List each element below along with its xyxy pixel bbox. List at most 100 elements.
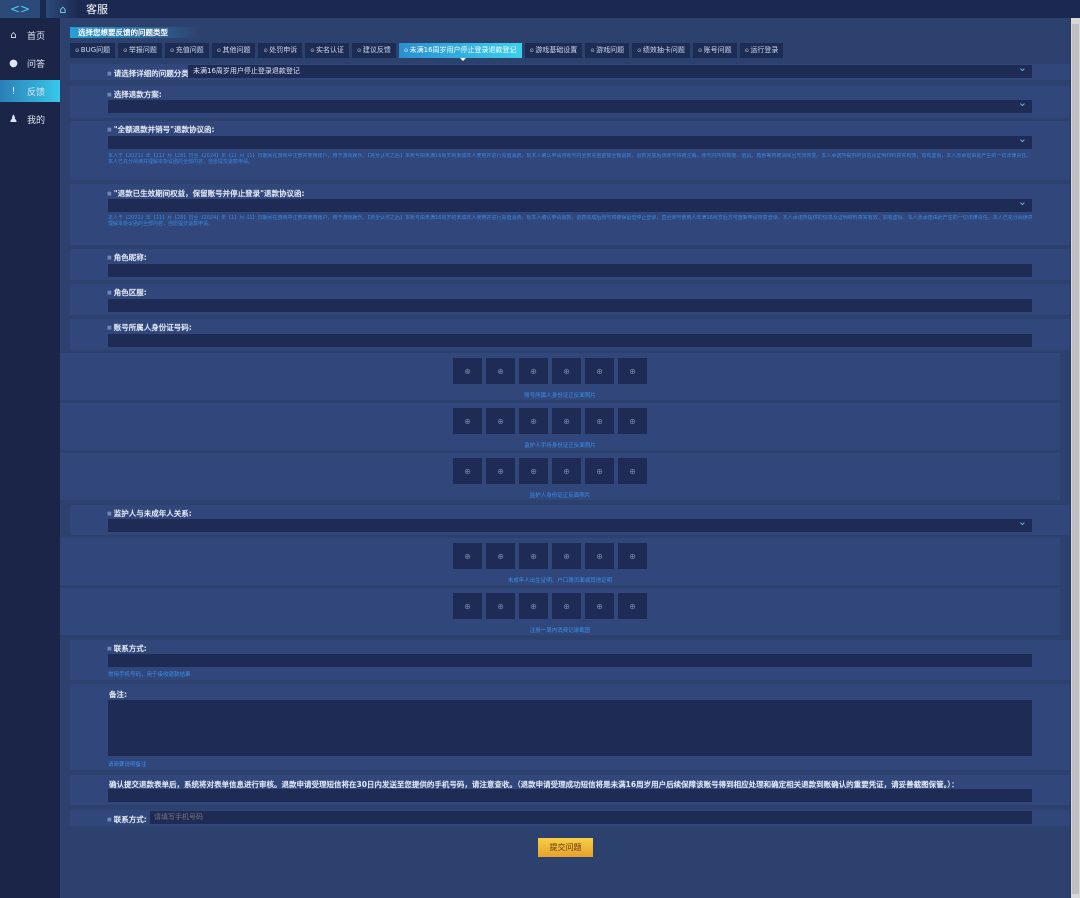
category-select[interactable]: 未满16周岁用户停止登录退款登记 (188, 61, 1032, 78)
upload-image-button[interactable]: ⊕ (519, 543, 548, 569)
tab-label: 游戏问题 (596, 46, 625, 54)
upload-image-button[interactable]: ⊕ (585, 458, 614, 484)
sidebar-item-mine[interactable]: ♟ 我的 (0, 108, 60, 130)
relation-select[interactable] (108, 515, 1032, 532)
tab-item[interactable]: ⊙ 游戏问题 (585, 43, 630, 58)
upload-image-button[interactable]: ⊕ (519, 358, 548, 384)
agreement1-text: 本人于【2021】年【11】月【28】日至【2024】年【1】月【1】日期间在游… (108, 153, 1032, 166)
tab-label: 举报问题 (128, 46, 157, 54)
upload-image-button[interactable]: ⊕ (585, 593, 614, 619)
upload-image-button[interactable]: ⊕ (552, 543, 581, 569)
agreement1-label: "全额退款并销号"退款协议函: (107, 124, 215, 135)
id-input[interactable] (108, 334, 1032, 347)
upload-caption: 注册一周内消费记录截图 (529, 628, 591, 634)
home-icon[interactable]: ⌂ (46, 0, 80, 18)
feedback-icon: ! (11, 85, 16, 97)
nickname-row: 角色昵称: (70, 249, 1070, 280)
upload-group: ⊕ ⊕ ⊕ ⊕ ⊕ ⊕ 账号所属人身份证正反面照片 (60, 353, 1060, 400)
upload-image-button[interactable]: ⊕ (618, 358, 647, 384)
tab-item[interactable]: ⊙ BUG问题 (70, 43, 116, 58)
tab-item[interactable]: ⊙ 建议反馈 (352, 43, 396, 58)
remark-textarea[interactable] (108, 700, 1032, 756)
id-row: 账号所属人身份证号码: (70, 319, 1070, 350)
upload-image-button[interactable]: ⊕ (453, 408, 482, 434)
agreement2-select[interactable] (108, 195, 1032, 212)
nickname-input[interactable] (108, 264, 1032, 277)
sidebar-item-feedback[interactable]: ! 反馈 (0, 80, 60, 102)
scrollbar[interactable] (1071, 18, 1080, 898)
sidebar: ⌂ 首页 ● 问答 ! 反馈 ♟ 我的 (0, 18, 60, 898)
confirm-input[interactable] (108, 789, 1032, 802)
tab-item[interactable]: ⊙ 绩效抽卡问题 (632, 43, 690, 58)
plan-row: 选择退款方案: (70, 86, 1070, 118)
tab-item[interactable]: ⊙ 举报问题 (118, 43, 162, 58)
contact-input[interactable] (108, 654, 1032, 667)
remark-row: 备注: 请简要说明备注 (70, 684, 1070, 770)
top-bar: <> ⌂ 客服 (0, 0, 1080, 18)
tab-label: 绩效抽卡问题 (642, 46, 685, 54)
upload-image-button[interactable]: ⊕ (453, 458, 482, 484)
sidebar-item-label: 问答 (27, 59, 46, 70)
contact2-input[interactable] (150, 811, 1032, 824)
tab-item[interactable]: ⊙ 运行登录 (739, 43, 784, 58)
upload-group: ⊕ ⊕ ⊕ ⊕ ⊕ ⊕ 监护人身份证正反面照片 (60, 453, 1060, 500)
contact-row: 联系方式: 常用手机号码，用于接收退款结果 (70, 640, 1070, 680)
plan-select[interactable] (108, 96, 1032, 113)
sidebar-item-label: 我的 (27, 115, 46, 126)
upload-group: ⊕ ⊕ ⊕ ⊕ ⊕ ⊕ 未成年人出生证明、户口簿页面或其他证明 (60, 538, 1060, 585)
contact-hint: 常用手机号码，用于接收退款结果 (108, 672, 191, 678)
upload-image-button[interactable]: ⊕ (519, 593, 548, 619)
upload-image-button[interactable]: ⊕ (453, 543, 482, 569)
scrollbar-thumb[interactable] (1072, 24, 1079, 894)
upload-caption: 未成年人出生证明、户口簿页面或其他证明 (507, 578, 613, 584)
tab-label: 未满16周岁用户停止登录退款登记 (409, 46, 517, 54)
upload-image-button[interactable]: ⊕ (618, 593, 647, 619)
tab-label: 其他问题 (222, 46, 251, 54)
upload-image-button[interactable]: ⊕ (552, 458, 581, 484)
server-row: 角色区服: (70, 284, 1070, 315)
upload-image-button[interactable]: ⊕ (453, 593, 482, 619)
tab-item[interactable]: ⊙ 处罚申诉 (258, 43, 303, 58)
tab-label: 充值问题 (175, 46, 204, 54)
back-icon[interactable]: <> (0, 0, 40, 18)
upload-image-button[interactable]: ⊕ (486, 458, 515, 484)
upload-image-button[interactable]: ⊕ (519, 408, 548, 434)
agreement1-select[interactable] (108, 132, 1032, 149)
tab-label: 游戏基础设置 (535, 46, 578, 54)
upload-image-button[interactable]: ⊕ (519, 458, 548, 484)
confirm-row: 确认提交退款表单后，系统将对表单信息进行审核。退款申请受理短信将在30日内发送至… (70, 775, 1070, 805)
server-input[interactable] (108, 299, 1032, 312)
upload-image-button[interactable]: ⊕ (618, 543, 647, 569)
upload-image-button[interactable]: ⊕ (585, 543, 614, 569)
user-icon: ♟ (9, 113, 18, 125)
submit-button[interactable]: 提交问题 (538, 838, 593, 857)
tab-item[interactable]: ⊙ 游戏基础设置 (524, 43, 583, 58)
upload-image-button[interactable]: ⊕ (486, 358, 515, 384)
upload-image-button[interactable]: ⊕ (552, 408, 581, 434)
tab-item[interactable]: ⊙ 其他问题 (211, 43, 256, 58)
server-label: 角色区服: (107, 287, 147, 298)
category-row: 请选择详细的问题分类: 未满16周岁用户停止登录退款登记 (70, 61, 1070, 80)
upload-caption: 监护人身份证正反面照片 (529, 493, 591, 499)
remark-label: 备注: (109, 690, 127, 699)
upload-group: ⊕ ⊕ ⊕ ⊕ ⊕ ⊕ 注册一周内消费记录截图 (60, 588, 1060, 635)
tab-item[interactable]: ⊙ 实名认证 (305, 43, 350, 58)
upload-image-button[interactable]: ⊕ (486, 593, 515, 619)
sidebar-item-qa[interactable]: ● 问答 (0, 52, 60, 74)
sidebar-item-home[interactable]: ⌂ 首页 (0, 24, 60, 46)
tab-label: BUG问题 (80, 46, 111, 54)
main-content: 选择您想要反馈的问题类型 ⊙ BUG问题 ⊙ 举报问题 ⊙ 充值问题 ⊙ 其他问题 ⊙ … (60, 18, 1070, 898)
tab-item[interactable]: ⊙ 账号问题 (692, 43, 737, 58)
upload-image-button[interactable]: ⊕ (486, 543, 515, 569)
tab-item[interactable]: ⊙ 充值问题 (164, 43, 209, 58)
upload-image-button[interactable]: ⊕ (585, 358, 614, 384)
upload-image-button[interactable]: ⊕ (486, 408, 515, 434)
upload-image-button[interactable]: ⊕ (618, 458, 647, 484)
upload-image-button[interactable]: ⊕ (453, 358, 482, 384)
upload-image-button[interactable]: ⊕ (552, 593, 581, 619)
upload-image-button[interactable]: ⊕ (585, 408, 614, 434)
upload-image-button[interactable]: ⊕ (618, 408, 647, 434)
tab-item[interactable]: ⊙ 未满16周岁用户停止登录退款登记 (398, 43, 522, 61)
agreement2-text: 本人于【2021】年【11】月【28】日至【2024】年【1】月【1】日期间在游… (108, 215, 1033, 228)
upload-image-button[interactable]: ⊕ (552, 358, 581, 384)
